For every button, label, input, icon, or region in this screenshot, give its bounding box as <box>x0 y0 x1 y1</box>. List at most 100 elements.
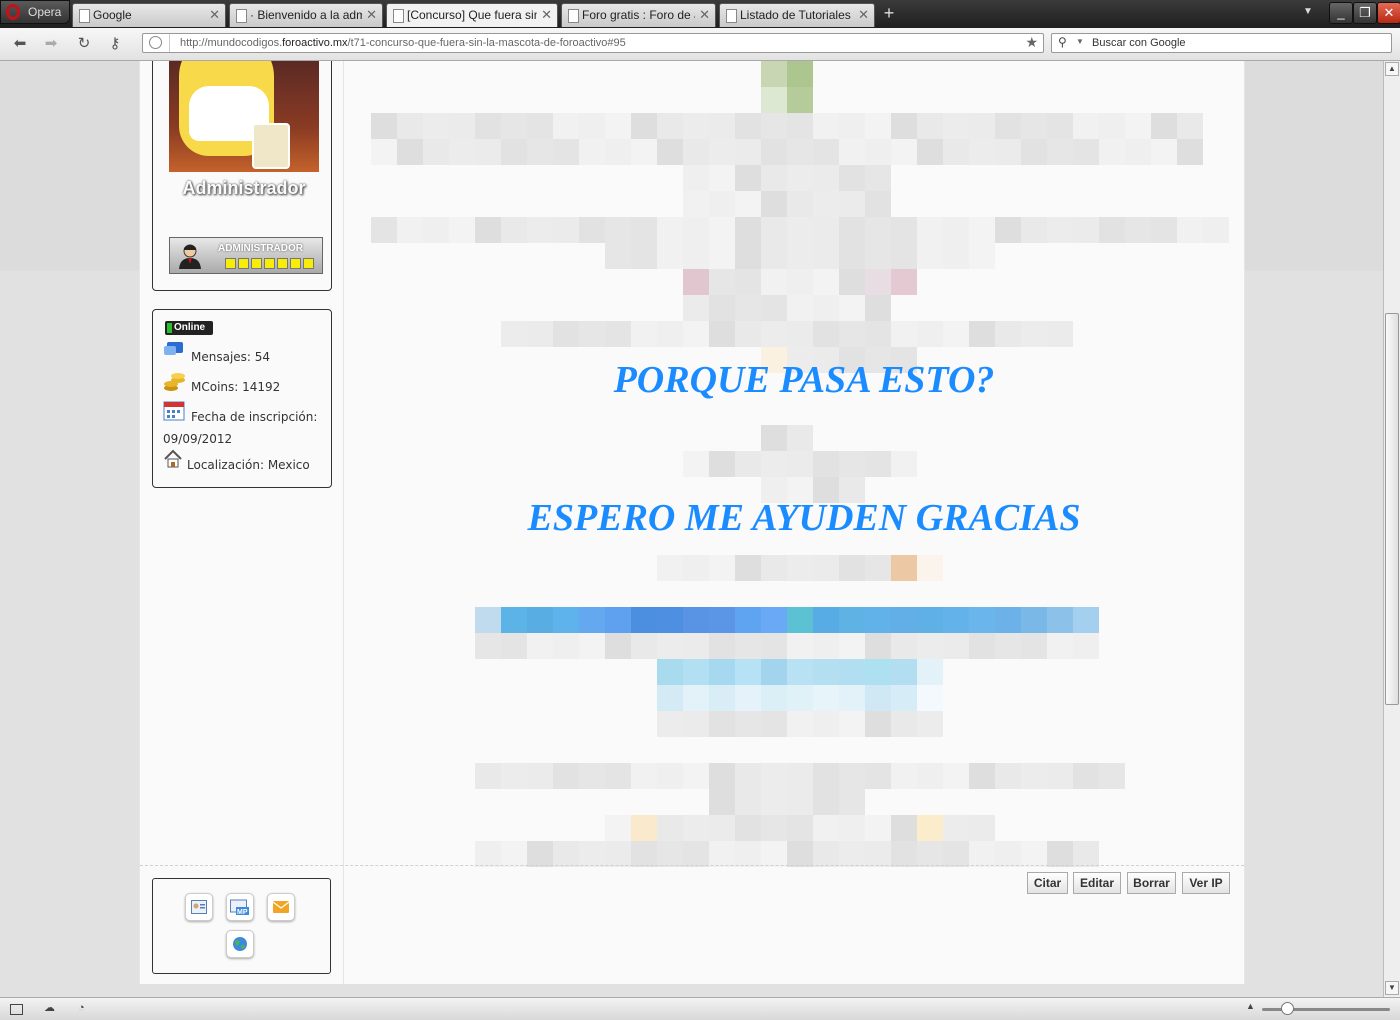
pixel-block <box>735 763 761 789</box>
pixel-block <box>631 321 657 347</box>
pixel-block <box>839 113 865 139</box>
reload-icon[interactable]: ↻ <box>75 36 93 52</box>
pixel-block <box>813 633 839 659</box>
forward-arrow-icon[interactable]: ➡ <box>42 36 60 52</box>
pixel-block <box>709 217 735 243</box>
pixel-block <box>605 841 631 867</box>
new-tab-button[interactable]: + <box>880 4 898 22</box>
tab-close-icon[interactable]: ✕ <box>366 7 377 23</box>
pixel-block <box>631 841 657 867</box>
pixel-block <box>501 763 527 789</box>
tab-close-icon[interactable]: ✕ <box>209 7 220 23</box>
minimize-button[interactable]: _ <box>1329 2 1353 24</box>
private-message-button[interactable]: MP <box>226 893 254 921</box>
delete-button[interactable]: Borrar <box>1127 872 1176 894</box>
pixel-block <box>579 841 605 867</box>
contact-box: MP <box>152 878 331 974</box>
pixel-block <box>735 711 761 737</box>
pixel-block <box>865 165 891 191</box>
zoom-out-icon[interactable]: ▲ <box>1246 1001 1255 1011</box>
username[interactable]: Administrador <box>169 178 319 199</box>
pixel-block <box>891 139 917 165</box>
pixel-block <box>813 243 839 269</box>
pixel-block <box>1021 633 1047 659</box>
pixel-block <box>995 763 1021 789</box>
zoom-slider-thumb[interactable] <box>1281 1002 1294 1015</box>
close-window-button[interactable]: ✕ <box>1377 2 1400 24</box>
pixel-block <box>761 685 787 711</box>
pixel-block <box>1047 321 1073 347</box>
tab-bienvenido[interactable]: · Bienvenido a la admi... ✕ <box>229 3 383 27</box>
pixel-block <box>865 191 891 217</box>
search-field[interactable]: ⚲ ▼ Buscar con Google <box>1051 33 1392 53</box>
pixel-block <box>579 607 605 633</box>
avatar-glass <box>252 123 290 169</box>
pixel-block <box>683 113 709 139</box>
pixel-block <box>943 763 969 789</box>
tab-listado[interactable]: Listado de Tutoriales y... ✕ <box>719 3 875 27</box>
pixel-block <box>865 451 891 477</box>
tab-concurso[interactable]: [Concurso] Que fuera sin l... ✕ <box>386 3 558 27</box>
pixel-block <box>891 217 917 243</box>
quote-button[interactable]: Citar <box>1027 872 1068 894</box>
pixel-block <box>761 659 787 685</box>
avatar[interactable] <box>169 61 319 172</box>
view-ip-button[interactable]: Ver IP <box>1182 872 1230 894</box>
pixel-block <box>1151 113 1177 139</box>
opera-menu-button[interactable]: Opera <box>0 0 70 24</box>
pixel-block <box>553 321 579 347</box>
restore-button[interactable]: ❐ <box>1353 2 1377 24</box>
back-arrow-icon[interactable]: ⬅ <box>11 36 29 52</box>
pixel-block <box>839 659 865 685</box>
speed-dial-icon[interactable]: ◔ <box>78 1002 92 1014</box>
scrollbar-thumb[interactable] <box>1385 313 1399 705</box>
search-engine-dropdown-icon[interactable]: ▼ <box>1076 37 1084 46</box>
tab-close-icon[interactable]: ✕ <box>858 7 869 23</box>
pixel-block <box>969 243 995 269</box>
pixel-block <box>761 87 787 113</box>
website-icon <box>233 937 247 951</box>
tab-list-dropdown-icon[interactable]: ▼ <box>1303 6 1313 17</box>
pixel-block <box>657 659 683 685</box>
pixel-block <box>1073 763 1099 789</box>
vertical-scrollbar[interactable]: ▲ ▼ <box>1383 61 1400 997</box>
pixel-block <box>553 633 579 659</box>
pixel-block <box>969 815 995 841</box>
tab-google[interactable]: Google ✕ <box>72 3 226 27</box>
tab-title: [Concurso] Que fuera sin l... <box>407 8 537 22</box>
tab-close-icon[interactable]: ✕ <box>699 7 710 23</box>
key-icon[interactable]: ⚷ <box>106 36 124 52</box>
pixel-block <box>579 763 605 789</box>
edit-button[interactable]: Editar <box>1073 872 1121 894</box>
panel-toggle-icon[interactable] <box>10 1004 23 1015</box>
pixel-block <box>735 815 761 841</box>
pixel-block <box>995 113 1021 139</box>
pixel-block <box>839 451 865 477</box>
pixel-block <box>709 607 735 633</box>
site-info-icon[interactable] <box>149 36 162 49</box>
pixel-block <box>969 841 995 867</box>
pixel-block <box>1047 217 1073 243</box>
opera-unite-cloud-icon[interactable]: ☁ <box>44 1002 58 1014</box>
pixel-block <box>553 217 579 243</box>
website-button[interactable] <box>226 930 254 958</box>
pixel-block <box>969 321 995 347</box>
post-heading-1: PORQUE PASA ESTO? <box>613 359 995 401</box>
tab-foro-gratis[interactable]: Foro gratis : Foro de a... ✕ <box>561 3 716 27</box>
join-date-label: Fecha de inscripción: <box>191 410 318 424</box>
email-button[interactable] <box>267 893 295 921</box>
profile-button[interactable] <box>185 893 213 921</box>
scroll-up-arrow-icon[interactable]: ▲ <box>1385 62 1399 76</box>
pixel-block <box>527 607 553 633</box>
bookmark-star-icon[interactable]: ★ <box>1025 34 1038 51</box>
pixel-block <box>735 269 761 295</box>
pixel-block <box>657 321 683 347</box>
private-message-icon: MP <box>230 899 249 916</box>
pixel-block <box>839 243 865 269</box>
scroll-down-arrow-icon[interactable]: ▼ <box>1385 981 1399 995</box>
tab-close-icon[interactable]: ✕ <box>541 7 552 23</box>
address-field[interactable]: http://mundocodigos.foroactivo.mx/t71-co… <box>142 33 1044 53</box>
search-placeholder: Buscar con Google <box>1092 37 1186 49</box>
url-text[interactable]: http://mundocodigos.foroactivo.mx/t71-co… <box>180 37 626 49</box>
pixel-block <box>683 659 709 685</box>
